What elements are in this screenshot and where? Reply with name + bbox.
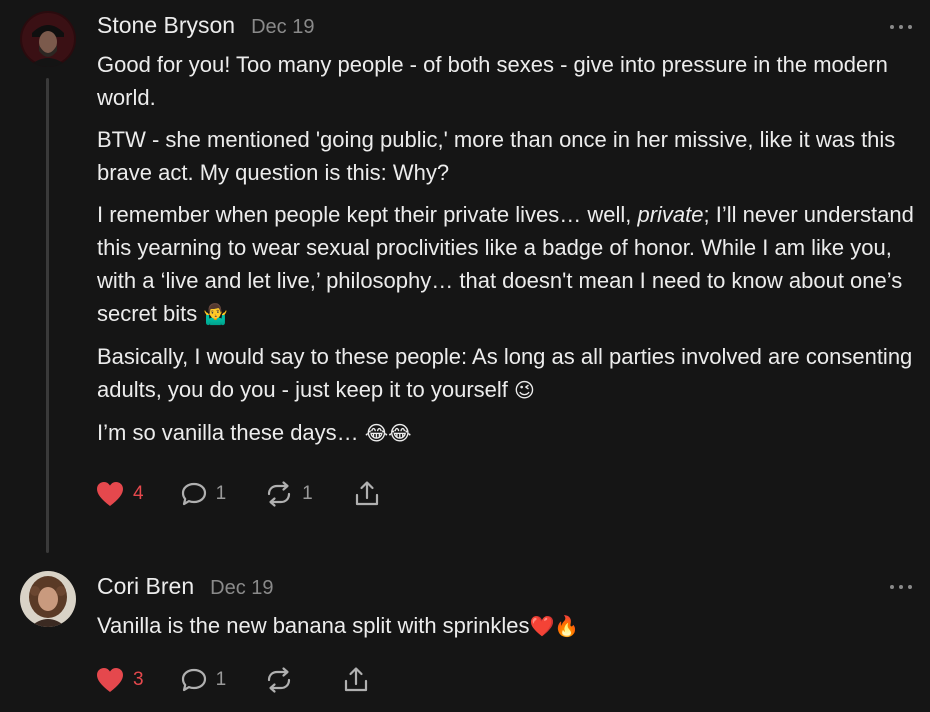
like-button[interactable]: 3 [95, 666, 144, 694]
comment-paragraph: Good for you! Too many people - of both … [97, 52, 888, 110]
more-options-icon[interactable] [890, 22, 912, 32]
comment-paragraph: I remember when people kept their privat… [97, 198, 917, 331]
share-icon [345, 667, 368, 692]
comment-body: Vanilla is the new banana split with spr… [97, 609, 917, 652]
avatar[interactable] [20, 11, 76, 67]
comment-date[interactable]: Dec 19 [251, 16, 314, 39]
wink-emoji: 😉 [514, 378, 535, 402]
more-options-icon[interactable] [890, 582, 912, 592]
heart-icon [97, 482, 123, 506]
paragraph-text: I’m so vanilla these days… [97, 420, 365, 445]
share-button[interactable] [353, 480, 381, 508]
paragraph-text: Basically, I would say to these people: … [97, 344, 913, 402]
reply-button[interactable]: 1 [180, 481, 227, 507]
heart-fire-emoji: ❤️🔥 [529, 614, 580, 638]
comment-bubble-icon [181, 482, 206, 506]
thread-line [46, 78, 49, 553]
laughing-emoji: 😂😂 [364, 421, 412, 445]
comment-bubble-icon [181, 668, 206, 692]
comment-paragraph: I’m so vanilla these days… 😂😂 [97, 416, 917, 450]
comment-thread: Stone Bryson Dec 19 Good for you! Too ma… [0, 0, 930, 712]
like-count: 4 [133, 483, 144, 504]
comment-body: Good for you! Too many people - of both … [97, 48, 917, 459]
paragraph-text: I remember when people kept their privat… [97, 202, 638, 227]
restack-count: 1 [302, 483, 313, 504]
comment-date[interactable]: Dec 19 [210, 577, 273, 600]
shrug-emoji: 🤷‍♂️ [203, 302, 229, 326]
comment-header: Stone Bryson Dec 19 [97, 12, 314, 39]
heart-icon [97, 668, 123, 692]
share-button[interactable] [342, 666, 370, 694]
reply-button[interactable]: 1 [180, 667, 227, 693]
author-name[interactable]: Stone Bryson [97, 12, 235, 39]
restack-icon [268, 481, 291, 507]
paragraph-emphasis: private [637, 202, 704, 227]
like-button[interactable]: 4 [95, 480, 144, 508]
restack-icon [268, 667, 291, 693]
avatar[interactable] [20, 571, 76, 627]
share-icon [355, 481, 378, 506]
reply-count: 1 [215, 483, 227, 504]
comment-paragraph: Basically, I would say to these people: … [97, 340, 917, 407]
restack-button[interactable] [264, 666, 294, 694]
comment-actions: 3 1 [95, 665, 370, 695]
restack-button[interactable]: 1 [264, 480, 313, 508]
comment-paragraph: Vanilla is the new banana split with spr… [97, 609, 917, 643]
author-name[interactable]: Cori Bren [97, 573, 194, 600]
comment-paragraph: BTW - she mentioned 'going public,' more… [97, 127, 896, 185]
paragraph-text: Vanilla is the new banana split with spr… [97, 613, 530, 638]
comment-actions: 4 1 1 [95, 479, 381, 509]
reply-count: 1 [215, 669, 227, 690]
like-count: 3 [133, 669, 144, 690]
comment-header: Cori Bren Dec 19 [97, 573, 274, 600]
